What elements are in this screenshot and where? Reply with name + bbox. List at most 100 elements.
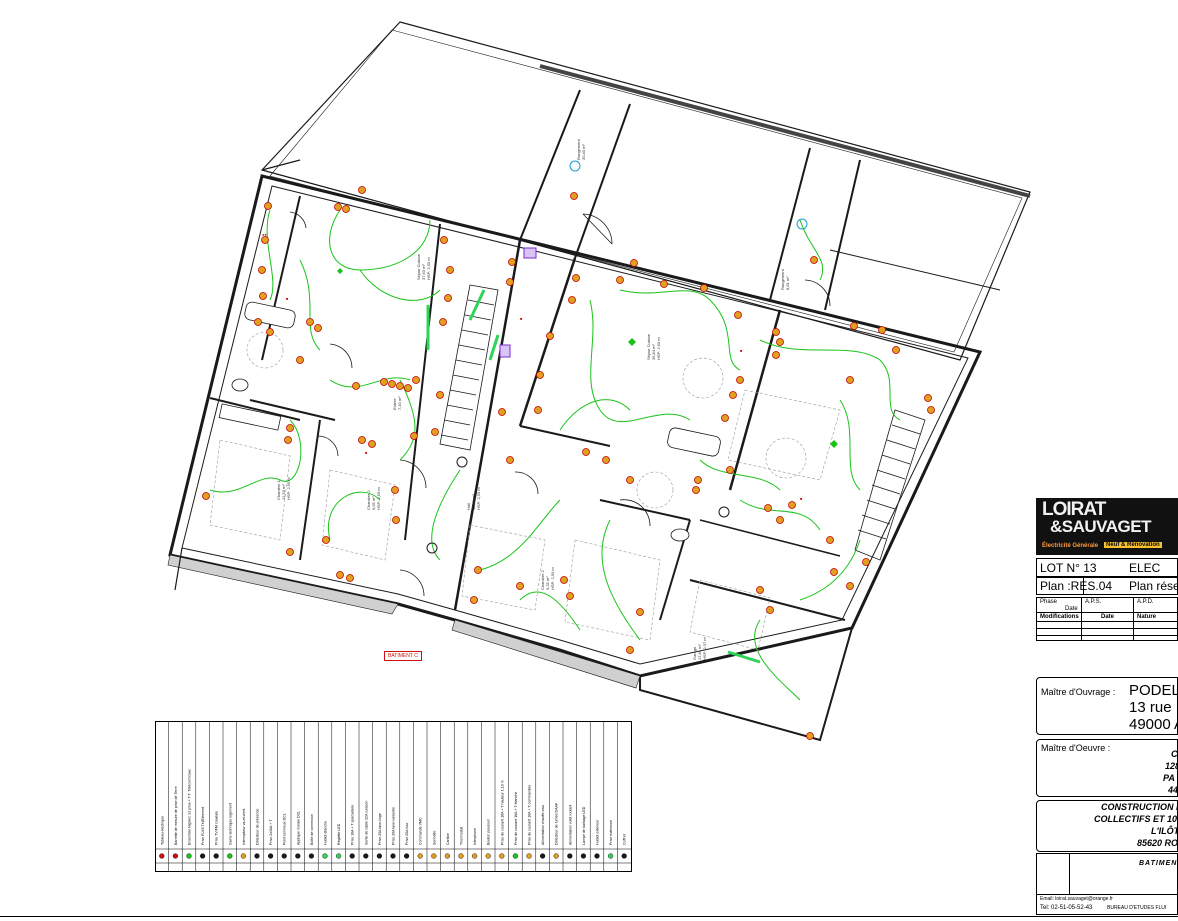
phase-label: Phase bbox=[1040, 599, 1058, 605]
legend-symbol bbox=[363, 853, 369, 859]
room-label: Hall12,50 m²HSP: 2,50 m bbox=[466, 487, 481, 510]
building-tag: BATIMENT C bbox=[384, 651, 422, 661]
legend-symbol bbox=[417, 853, 423, 859]
legend-item-label: Boîte de connexion bbox=[310, 814, 314, 845]
room-label: Chambre 29,65 m²HSP: 2,50 m bbox=[366, 487, 381, 510]
contact-phone: Tel: 02-51-05-52-43 bbox=[1040, 905, 1093, 911]
legend-symbol bbox=[540, 853, 546, 859]
legend-table: Tableau électrique Barrette de mesure de … bbox=[155, 721, 632, 872]
legend-item-label: Prise 20A four bbox=[405, 822, 409, 845]
plan-row: Plan :RES.04 Plan rése bbox=[1036, 577, 1178, 595]
moa-address-2: 49000 A bbox=[1129, 716, 1177, 733]
legend-symbol bbox=[172, 853, 179, 859]
legend-symbol bbox=[526, 853, 532, 859]
moe-label: Maître d'Oeuvre : bbox=[1041, 743, 1111, 753]
legend-symbol bbox=[390, 853, 396, 859]
legend-symbol bbox=[431, 853, 437, 859]
legend-symbol bbox=[308, 853, 315, 859]
daaf-symbols bbox=[337, 268, 838, 448]
legend-item-label: Commande VMC bbox=[419, 817, 423, 845]
svg-text:■: ■ bbox=[286, 296, 289, 301]
legend-item-label: Interrupteur va-et-vient bbox=[242, 809, 246, 845]
panels bbox=[499, 247, 537, 358]
legend-symbol bbox=[281, 853, 287, 859]
legend-symbol bbox=[608, 853, 614, 859]
legend-symbol bbox=[444, 853, 451, 859]
project-line-3: L'ILÔT bbox=[1151, 826, 1178, 836]
room-label: Entrée7,20 m² bbox=[392, 396, 402, 410]
legend-item-label: Prise RJ45 Tél/Ethernet bbox=[201, 807, 205, 845]
moe-line-2: 128 r bbox=[1165, 761, 1177, 771]
maitre-oeuvre: Maître d'Oeuvre : C 128 r PA de 441 bbox=[1036, 739, 1178, 797]
svg-text:●●: ●● bbox=[262, 232, 267, 237]
plan-label: Plan :RES.04 bbox=[1040, 579, 1113, 593]
legend-item-label: Prise TV/FM coaxiale bbox=[215, 811, 219, 845]
legend-item-label: Coffret bbox=[623, 834, 627, 845]
plan-title: Plan rése bbox=[1129, 579, 1178, 593]
legend-item-label: Réglette LED bbox=[337, 823, 341, 845]
legend-symbol bbox=[199, 853, 206, 859]
legend-item-label: Prise de courant 16A + T commandée bbox=[528, 785, 532, 845]
project-line-1: CONSTRUCTION D bbox=[1101, 802, 1178, 812]
room-label: Séjour Cuisine35,84 m²HSP: 2,50 m bbox=[646, 333, 661, 360]
legend-symbol bbox=[621, 853, 627, 859]
lot-number: LOT N° 13 bbox=[1040, 561, 1097, 575]
legend-item-label: Sonnette bbox=[432, 831, 436, 845]
legend-symbol bbox=[553, 853, 559, 859]
legend-symbol bbox=[580, 853, 587, 859]
project-line-2: COLLECTIFS ET 10 M bbox=[1094, 814, 1178, 824]
project-line-4: 85620 RO bbox=[1137, 838, 1178, 848]
room-label: Séjour Cuisine37,63 m²HSP: 2,50 m bbox=[416, 253, 431, 280]
legend-symbol bbox=[213, 853, 219, 859]
bet-label: BUREAU D'ETUDES FLUI bbox=[1107, 905, 1167, 911]
legend-item-label: Ensemble Nigelec 13 prise + T.T. Télécom… bbox=[188, 769, 192, 845]
lot-row: LOT N° 13 ELEC bbox=[1036, 558, 1178, 577]
legend-symbol bbox=[159, 853, 165, 859]
legend-item-label: Hublot extérieur bbox=[596, 819, 600, 845]
legend-symbol bbox=[349, 853, 355, 859]
legend-item-label: Prise de courant 16A + T hauteur 1,10 m bbox=[500, 780, 504, 845]
legend-item-label: Applique murale DCL bbox=[296, 811, 300, 845]
legend-symbol bbox=[254, 853, 260, 859]
building-outline bbox=[167, 21, 1031, 742]
phase-table: Phase A.P.S. A.P.D. Date Modifications D… bbox=[1036, 597, 1178, 641]
phase-aps: A.P.S. bbox=[1085, 599, 1102, 605]
room-labels: Séjour Cuisine37,63 m²HSP: 2,50 m Séjour… bbox=[276, 138, 790, 660]
legend-symbol bbox=[594, 853, 600, 859]
room-label: Chambre 29,25 m²HSP: 2,50 m bbox=[540, 567, 555, 590]
room-label: Garage17,84 m²HSP: 2,37 m bbox=[692, 637, 707, 660]
legend-item-label: Carillon bbox=[446, 833, 450, 845]
legend-item-label: Prise extérieure bbox=[609, 820, 613, 845]
legend-symbol bbox=[567, 853, 573, 859]
page-bottom-rule bbox=[0, 916, 1178, 917]
furniture bbox=[209, 331, 841, 651]
modifications-label: Modifications bbox=[1040, 614, 1079, 620]
legend-item-label: Point lumineux DCL bbox=[283, 813, 287, 845]
legend-item-label: Alimentation volet roulant bbox=[568, 805, 572, 845]
legend-symbol bbox=[376, 853, 383, 859]
svg-text:■: ■ bbox=[740, 348, 743, 353]
legend-item-label: Prise 20A lave-vaisselle bbox=[392, 807, 396, 845]
light-points bbox=[426, 160, 808, 554]
legend-symbol bbox=[472, 853, 478, 859]
mod-nature-label: Nature bbox=[1137, 614, 1157, 620]
legend-symbol bbox=[322, 853, 328, 859]
legend-symbol bbox=[404, 853, 410, 859]
contact-email: Email: loirat.sauvaget@orange.fr bbox=[1040, 896, 1113, 902]
logo-tagline: Électricité Générale bbox=[1042, 543, 1099, 549]
company-logo: LOIRAT &SAUVAGET Électricité Générale Ne… bbox=[1036, 498, 1178, 555]
legend-symbol bbox=[295, 853, 301, 859]
red-annotations: ●● ■ ■ ■ ■ ■ bbox=[262, 232, 803, 501]
building-name: BATIMEN bbox=[1139, 860, 1178, 867]
legend-item-label: Prise 20A lave-linge bbox=[378, 813, 382, 845]
legend-symbol bbox=[267, 853, 274, 859]
legend-item-label: Prise 16A + T spécialisée bbox=[351, 805, 355, 845]
legend-item-label: Bouton poussoir bbox=[487, 818, 491, 845]
legend-item-label: Gaine technique logement bbox=[228, 803, 232, 845]
legend-item-label: Lampe de balisage LED bbox=[582, 806, 586, 845]
legend-item-label: Détecteur de présence bbox=[256, 809, 260, 845]
moe-line-1: C bbox=[1171, 749, 1178, 759]
moe-line-4: 441 bbox=[1168, 785, 1178, 795]
project-box: CONSTRUCTION D COLLECTIFS ET 10 M L'ILÔT… bbox=[1036, 800, 1178, 852]
legend-symbol bbox=[512, 853, 519, 859]
